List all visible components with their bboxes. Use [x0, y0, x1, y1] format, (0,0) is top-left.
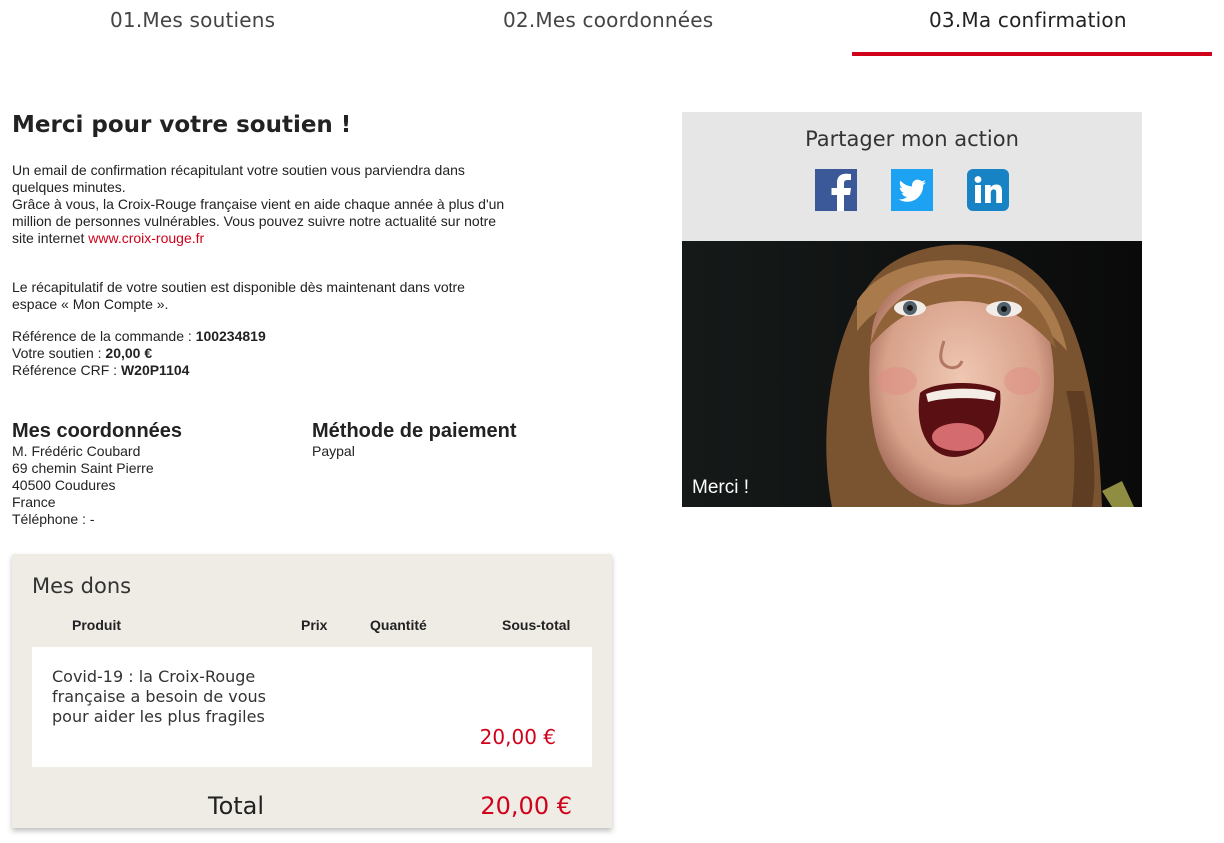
order-summary: Référence de la commande : 100234819 Vot… [12, 328, 512, 379]
order-ref-value: 100234819 [195, 328, 266, 344]
child-photo-illustration [682, 241, 1142, 507]
twitter-icon[interactable] [891, 169, 933, 211]
step-mes-soutiens[interactable]: 01.Mes soutiens [110, 8, 275, 32]
total-label: Total [208, 792, 265, 820]
email-notice: Un email de confirmation récapitulant vo… [12, 162, 465, 195]
donor-city: 40500 Coudures [12, 477, 116, 493]
crf-ref-value: W20P1104 [120, 362, 190, 378]
dons-panel: Mes dons Produit Prix Quantité Sous-tota… [12, 554, 612, 828]
donor-phone: Téléphone : - [12, 511, 95, 527]
share-title: Partager mon action [805, 127, 1019, 151]
step-ma-confirmation: 03.Ma confirmation [929, 8, 1127, 32]
photo-caption: Merci ! [692, 477, 749, 498]
total-value: 20,00 € [480, 792, 572, 820]
child-photo: Merci ! [682, 241, 1142, 507]
crf-ref-label: Référence CRF : [12, 362, 121, 378]
column-header-quantite: Quantité [370, 617, 427, 633]
column-header-produit: Produit [72, 617, 121, 633]
soutien-value: 20,00 € [105, 345, 153, 361]
column-header-sous-total: Sous-total [502, 617, 571, 633]
page-title: Merci pour votre soutien ! [12, 112, 352, 138]
confirmation-message: Un email de confirmation récapitulant vo… [12, 162, 512, 247]
progress-steps: 01.Mes soutiens 02.Mes coordonnées 03.Ma… [0, 0, 1224, 60]
active-step-indicator [852, 52, 1212, 56]
coordonnees-block: M. Frédéric Coubard 69 chemin Saint Pier… [12, 443, 154, 528]
share-panel: Partager mon action [682, 112, 1142, 241]
coordonnees-heading: Mes coordonnées [12, 420, 183, 442]
account-notice: Le récapitulatif de votre soutien est di… [12, 279, 465, 312]
step-mes-coordonnees[interactable]: 02.Mes coordonnées [503, 8, 713, 32]
row-sous-total: 20,00 € [479, 725, 556, 749]
linkedin-icon[interactable] [967, 169, 1009, 211]
facebook-icon[interactable] [815, 169, 857, 211]
column-header-prix: Prix [301, 617, 328, 633]
payment-method: Paypal [312, 443, 355, 459]
donor-country: France [12, 494, 56, 510]
donor-name: M. Frédéric Coubard [12, 443, 141, 459]
paiement-heading: Méthode de paiement [312, 420, 517, 442]
dons-title: Mes dons [32, 574, 132, 598]
row-produit: Covid-19 : la Croix-Rouge française a be… [52, 667, 266, 726]
soutien-label: Votre soutien : [12, 345, 106, 361]
donor-street: 69 chemin Saint Pierre [12, 460, 154, 476]
order-ref-label: Référence de la commande : [12, 328, 196, 344]
croix-rouge-link[interactable]: www.croix-rouge.fr [88, 230, 204, 246]
impact-notice: Grâce à vous, la Croix-Rouge française v… [12, 196, 505, 246]
table-row: Covid-19 : la Croix-Rouge française a be… [32, 647, 592, 767]
